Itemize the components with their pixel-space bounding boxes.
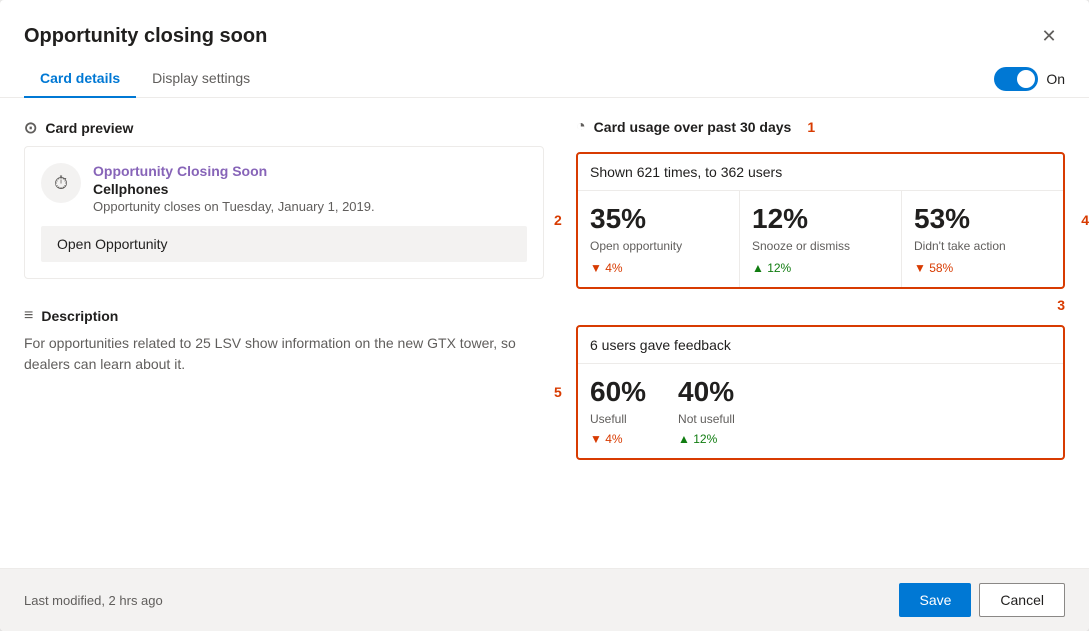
feedback-not-usefull: 40% Not usefull ▲ 12% (678, 376, 735, 446)
stats-metrics-row: 35% Open opportunity ▼ 4% 12% Snooze or … (578, 191, 1063, 287)
tabs: Card details Display settings (24, 60, 266, 97)
save-button[interactable]: Save (899, 583, 971, 617)
stat-no-action: 53% Didn't take action ▼ 58% (902, 191, 1063, 287)
feedback-metrics-row: 60% Usefull ▼ 4% 40% Not usefull ▲ 12% (578, 364, 1063, 458)
description-text: For opportunities related to 25 LSV show… (24, 333, 544, 375)
feedback-delta-1: ▲ 12% (678, 432, 735, 446)
feedback-percent-0: 60% (590, 376, 646, 408)
annotation-4: 4 (1081, 212, 1089, 228)
toggle-label: On (1046, 71, 1065, 87)
feedback-label-0: Usefull (590, 412, 646, 426)
preview-icon: ⊙ (24, 118, 37, 138)
footer-modified-text: Last modified, 2 hrs ago (24, 593, 163, 608)
stat-delta-2: ▼ 58% (914, 261, 1051, 275)
stat-percent-1: 12% (752, 203, 889, 235)
stat-snooze-dismiss: 12% Snooze or dismiss ▲ 12% (740, 191, 902, 287)
card-preview-box: ⏱ Opportunity Closing Soon Cellphones Op… (24, 146, 544, 279)
open-opportunity-button[interactable]: Open Opportunity (41, 226, 527, 262)
usage-icon: ◔ (576, 118, 586, 136)
stat-label-2: Didn't take action (914, 239, 1051, 255)
close-button[interactable]: ✕ (1033, 20, 1065, 52)
annotation-3: 3 (1057, 297, 1065, 313)
card-opportunity-title: Opportunity Closing Soon (93, 163, 527, 179)
card-preview-section: ⊙ Card preview ⏱ Opportunity Closing Soo… (24, 118, 544, 279)
annotation-3-area: 3 (576, 297, 1065, 313)
stat-open-opportunity: 35% Open opportunity ▼ 4% (578, 191, 740, 287)
feedback-percent-1: 40% (678, 376, 735, 408)
stat-percent-2: 53% (914, 203, 1051, 235)
on-off-toggle[interactable] (994, 67, 1038, 91)
card-company: Cellphones (93, 181, 527, 197)
tab-display-settings[interactable]: Display settings (136, 60, 266, 98)
tabs-row: Card details Display settings On (0, 60, 1089, 98)
usage-header: ◔ Card usage over past 30 days 1 (576, 118, 1065, 136)
description-label: ≡ Description (24, 307, 544, 325)
stat-percent-0: 35% (590, 203, 727, 235)
card-closes-text: Opportunity closes on Tuesday, January 1… (93, 199, 527, 214)
feedback-container: 6 users gave feedback 60% Usefull ▼ 4% 4… (576, 325, 1065, 460)
annotation-5: 5 (554, 384, 562, 400)
feedback-usefull: 60% Usefull ▼ 4% (590, 376, 646, 446)
dialog-footer: Last modified, 2 hrs ago Save Cancel (0, 568, 1089, 631)
description-section: ≡ Description For opportunities related … (24, 307, 544, 375)
card-preview-label: ⊙ Card preview (24, 118, 544, 138)
tab-card-details[interactable]: Card details (24, 60, 136, 98)
stat-delta-0: ▼ 4% (590, 261, 727, 275)
stats-shown-row: Shown 621 times, to 362 users (578, 154, 1063, 191)
dialog-body: ⊙ Card preview ⏱ Opportunity Closing Soo… (0, 98, 1089, 568)
usage-title: Card usage over past 30 days (594, 119, 792, 135)
left-panel: ⊙ Card preview ⏱ Opportunity Closing Soo… (24, 118, 544, 548)
stat-label-1: Snooze or dismiss (752, 239, 889, 255)
cancel-button[interactable]: Cancel (979, 583, 1065, 617)
feedback-delta-0: ▼ 4% (590, 432, 646, 446)
description-icon: ≡ (24, 307, 33, 325)
feedback-wrapper: 5 6 users gave feedback 60% Usefull ▼ 4%… (576, 325, 1065, 460)
right-panel: ◔ Card usage over past 30 days 1 2 4 Sho… (576, 118, 1065, 548)
dialog-title: Opportunity closing soon (24, 25, 267, 48)
feedback-header: 6 users gave feedback (578, 327, 1063, 364)
card-preview-top: ⏱ Opportunity Closing Soon Cellphones Op… (41, 163, 527, 214)
toggle-row: On (994, 67, 1065, 91)
dialog: Opportunity closing soon ✕ Card details … (0, 0, 1089, 631)
footer-buttons: Save Cancel (899, 583, 1065, 617)
feedback-label-1: Not usefull (678, 412, 735, 426)
stat-label-0: Open opportunity (590, 239, 727, 255)
annotation-2: 2 (554, 212, 562, 228)
stat-delta-1: ▲ 12% (752, 261, 889, 275)
usage-stats-container: Shown 621 times, to 362 users 35% Open o… (576, 152, 1065, 289)
dialog-header: Opportunity closing soon ✕ (0, 0, 1089, 52)
card-info: Opportunity Closing Soon Cellphones Oppo… (93, 163, 527, 214)
card-icon: ⏱ (41, 163, 81, 203)
annotation-1: 1 (807, 119, 815, 135)
